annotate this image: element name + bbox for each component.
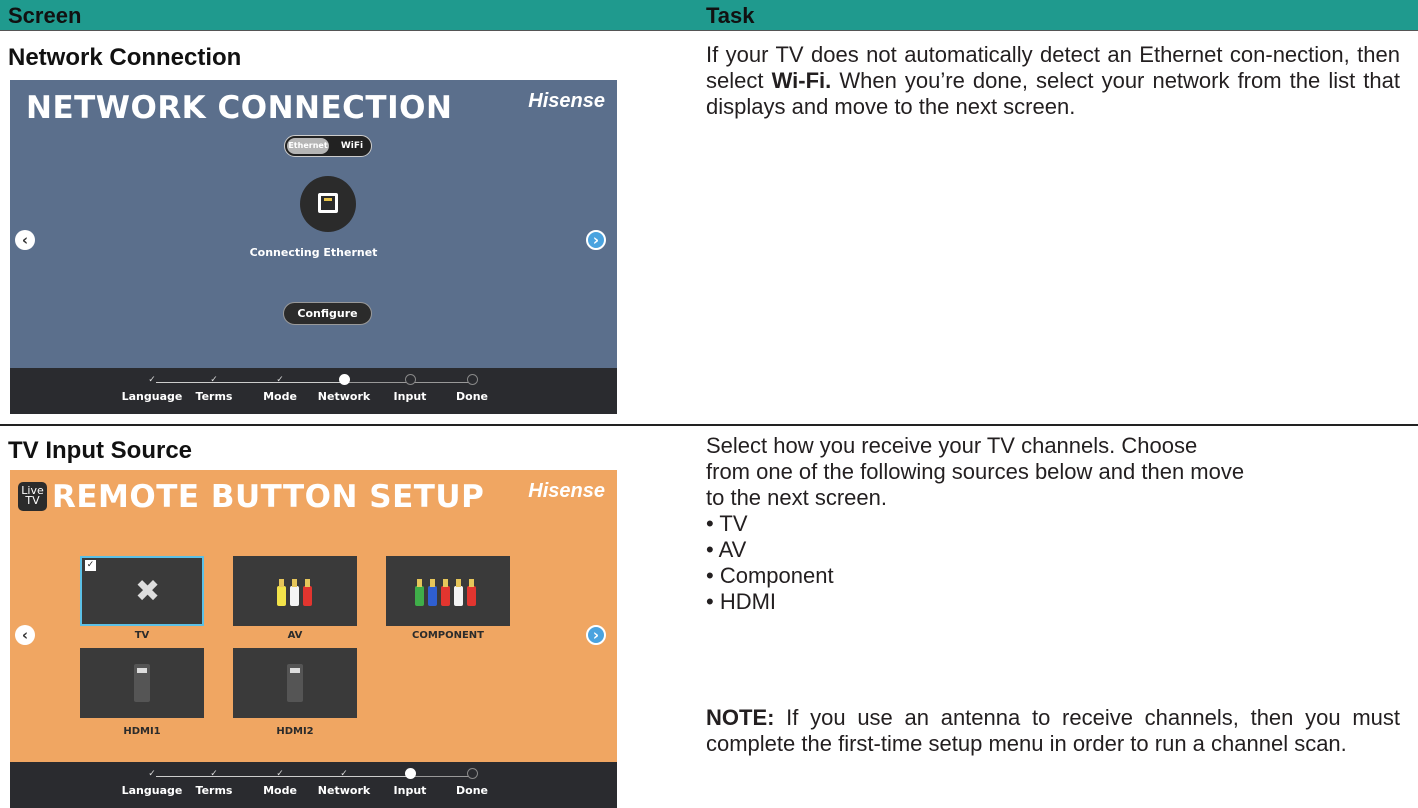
source-tile-hdmi1[interactable]	[80, 648, 204, 718]
connection-type-toggle[interactable]: Ethernet WiFi	[284, 135, 372, 157]
wifi-emphasis: Wi-Fi.	[771, 68, 832, 93]
setup-progress-bar: ✓ Language ✓ Terms ✓ Mode Network Input Don…	[10, 368, 617, 414]
task-text-network: If your TV does not automatically detect…	[706, 42, 1400, 120]
rca-connector-icon	[303, 579, 312, 606]
rca-connector-icon	[277, 579, 286, 606]
source-label-hdmi2: HDMI2	[276, 726, 314, 737]
step-done: Done	[432, 768, 512, 797]
rca-connector-icon	[415, 579, 424, 606]
rca-connector-icon	[428, 579, 437, 606]
chevron-right-icon[interactable]: ›	[586, 625, 606, 645]
pending-step-dot	[466, 768, 478, 779]
task-intro-line: from one of the following sources below …	[706, 459, 1245, 484]
check-icon: ✓	[276, 375, 284, 385]
live-tv-icon: Live TV	[18, 482, 47, 511]
coax-connector-icon: ✖	[135, 574, 161, 609]
current-step-dot	[338, 374, 350, 385]
source-label-component: COMPONENT	[411, 630, 484, 641]
connection-status: Connecting Ethernet	[249, 246, 378, 259]
check-icon: ✓	[210, 375, 218, 385]
check-icon: ✓	[276, 769, 284, 779]
hisense-logo: Hisense	[528, 480, 605, 502]
source-tile-component[interactable]	[386, 556, 510, 626]
source-list-item: • TV	[706, 511, 748, 536]
rca-connector-icon	[467, 579, 476, 606]
rca-connector-icon	[290, 579, 299, 606]
source-list-item: • HDMI	[706, 589, 777, 614]
section-title-network: Network Connection	[8, 44, 242, 71]
check-icon: ✓	[340, 769, 348, 779]
current-step-dot	[404, 768, 416, 779]
note-body: If you use an antenna to receive channel…	[706, 705, 1400, 756]
source-label-av: AV	[287, 630, 303, 641]
section-title-input-source: TV Input Source	[8, 437, 193, 464]
ethernet-port-icon	[318, 193, 338, 213]
table-header: Screen Task	[0, 0, 1418, 31]
task-text-input-source: Select how you receive your TV channels.…	[706, 433, 1244, 615]
source-tile-av[interactable]	[233, 556, 357, 626]
task-intro-line: Select how you receive your TV channels.…	[706, 433, 1198, 458]
setup-progress-bar: ✓ Language ✓ Terms ✓ Mode ✓ Network Input Do…	[10, 762, 617, 808]
pending-step-dot	[404, 374, 416, 385]
note-text: NOTE: If you use an antenna to receive c…	[706, 705, 1400, 757]
column-header-task: Task	[706, 3, 755, 28]
ethernet-status-circle	[300, 176, 356, 232]
check-icon: ✓	[85, 560, 96, 571]
source-tile-hdmi2[interactable]	[233, 648, 357, 718]
source-label-hdmi1: HDMI1	[123, 726, 161, 737]
source-list-item: • Component	[706, 563, 834, 588]
section-divider	[0, 424, 1418, 426]
remote-button-setup-screen: Live TV REMOTE BUTTON SETUP Hisense ‹ › ✓…	[10, 470, 617, 808]
column-header-screen: Screen	[8, 3, 82, 28]
tv-screen-title: NETWORK CONNECTION	[26, 90, 453, 126]
source-tile-tv[interactable]: ✓ ✖	[80, 556, 204, 626]
rca-connector-icon	[441, 579, 450, 606]
task-intro-line: to the next screen.	[706, 485, 887, 510]
hisense-logo: Hisense	[528, 90, 605, 112]
source-label-tv: TV	[134, 630, 150, 641]
tv-screen-title: REMOTE BUTTON SETUP	[52, 479, 485, 515]
configure-button[interactable]: Configure	[283, 302, 372, 325]
ethernet-option[interactable]: Ethernet	[287, 138, 329, 154]
wifi-option[interactable]: WiFi	[335, 138, 369, 154]
check-icon: ✓	[148, 769, 156, 779]
pending-step-dot	[466, 374, 478, 385]
check-icon: ✓	[148, 375, 156, 385]
hdmi-connector-icon	[287, 664, 303, 702]
source-list-item: • AV	[706, 537, 747, 562]
check-icon: ✓	[210, 769, 218, 779]
hdmi-connector-icon	[134, 664, 150, 702]
network-connection-screen: NETWORK CONNECTION Hisense Ethernet WiFi…	[10, 80, 617, 414]
step-done: Done	[432, 374, 512, 403]
note-label: NOTE:	[706, 705, 775, 730]
chevron-left-icon[interactable]: ‹	[15, 625, 35, 645]
rca-connector-icon	[454, 579, 463, 606]
